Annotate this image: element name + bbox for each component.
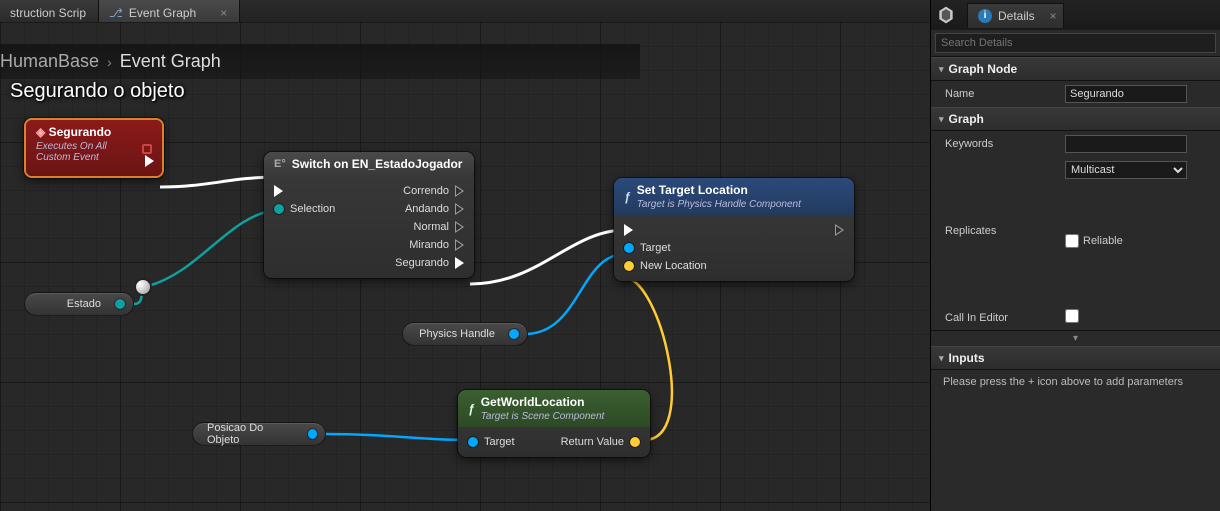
call-in-editor-checkbox[interactable] xyxy=(1065,309,1079,323)
node-header: ƒ Set Target Location Target is Physics … xyxy=(614,178,854,215)
close-icon[interactable]: × xyxy=(1050,9,1057,23)
chevron-down-icon: ▾ xyxy=(939,114,944,125)
node-header: ƒ GetWorldLocation Target is Scene Compo… xyxy=(458,390,650,427)
tab-label: struction Scrip xyxy=(10,6,86,20)
node-subtitle: Executes On All Custom Event xyxy=(36,141,152,163)
node-set-target-location[interactable]: ƒ Set Target Location Target is Physics … xyxy=(614,178,854,281)
stop-icon xyxy=(142,144,152,154)
info-icon: i xyxy=(978,9,992,23)
details-tab-label: Details xyxy=(998,9,1035,23)
variable-label: Estado xyxy=(67,298,101,310)
details-tab[interactable]: i Details × xyxy=(967,3,1064,28)
exec-out-mirando[interactable]: Mirando xyxy=(409,239,464,251)
replicates-label: Replicates xyxy=(945,225,1065,237)
inputs-hint: Please press the + icon above to add par… xyxy=(931,370,1220,394)
node-subtitle: Target is Physics Handle Component xyxy=(637,199,801,210)
output-pin[interactable] xyxy=(509,329,519,339)
variable-label: Physics Handle xyxy=(419,328,495,340)
section-graph[interactable]: ▾ Graph xyxy=(931,107,1220,131)
graph-icon: ⎇ xyxy=(109,6,123,20)
exec-out-correndo[interactable]: Correndo xyxy=(403,185,464,197)
node-title: GetWorldLocation xyxy=(481,395,585,409)
section-inputs[interactable]: ▾ Inputs xyxy=(931,346,1220,370)
chevron-down-icon: ▾ xyxy=(939,64,944,75)
replicates-select[interactable]: Multicast xyxy=(1065,161,1187,179)
section-comment-title: Segurando o objeto xyxy=(10,80,185,103)
breadcrumb-blueprint[interactable]: HumanBase xyxy=(0,51,99,72)
variable-label: Posicao Do Objeto xyxy=(207,422,294,446)
node-subtitle: Target is Scene Component xyxy=(481,411,605,422)
exec-out-pin[interactable] xyxy=(145,155,154,170)
reroute-node[interactable] xyxy=(136,280,150,294)
chevron-right-icon: › xyxy=(107,54,112,70)
tab-construction-script[interactable]: struction Scrip xyxy=(0,0,99,22)
expand-icon[interactable]: ▾ xyxy=(931,330,1220,346)
node-header: ◈ Segurando Executes On All Custom Event xyxy=(26,120,162,176)
node-title: Set Target Location xyxy=(637,183,748,197)
call-in-editor-label: Call In Editor xyxy=(945,312,1065,324)
node-title: Segurando xyxy=(49,125,112,139)
selection-pin[interactable]: Selection xyxy=(274,203,335,215)
node-header: E° Switch on EN_EstadoJogador xyxy=(264,152,474,176)
close-icon[interactable]: × xyxy=(220,6,227,20)
name-input[interactable] xyxy=(1065,85,1187,103)
enum-icon: E° xyxy=(274,158,286,170)
node-segurando-event[interactable]: ◈ Segurando Executes On All Custom Event xyxy=(24,118,164,178)
graph-canvas[interactable]: HumanBase › Event Graph Segurando o obje… xyxy=(0,22,930,511)
reliable-label: Reliable xyxy=(1083,235,1123,247)
reliable-checkbox[interactable] xyxy=(1065,234,1079,248)
details-panel: i Details × ▾ Graph Node Name ▾ Graph Ke… xyxy=(930,0,1220,511)
exec-in-pin[interactable] xyxy=(624,224,633,236)
output-pin[interactable] xyxy=(115,299,125,309)
breadcrumb: HumanBase › Event Graph xyxy=(0,44,640,79)
target-pin[interactable]: Target xyxy=(468,436,515,448)
exec-out-andando[interactable]: Andando xyxy=(405,203,464,215)
name-label: Name xyxy=(945,88,1065,100)
keywords-input[interactable] xyxy=(1065,135,1187,153)
tab-strip: struction Scrip ⎇ Event Graph × xyxy=(0,0,930,22)
new-location-pin[interactable]: New Location xyxy=(624,260,707,272)
exec-out-pin[interactable] xyxy=(835,224,844,236)
tab-label: Event Graph xyxy=(129,6,196,20)
node-get-world-location[interactable]: ƒ GetWorldLocation Target is Scene Compo… xyxy=(458,390,650,457)
keywords-label: Keywords xyxy=(945,138,1065,150)
section-graph-node[interactable]: ▾ Graph Node xyxy=(931,57,1220,81)
function-icon: ƒ xyxy=(624,190,631,204)
exec-out-segurando[interactable]: Segurando xyxy=(395,257,464,269)
target-pin[interactable]: Target xyxy=(624,242,671,254)
unreal-logo-icon xyxy=(931,0,961,30)
variable-estado[interactable]: Estado xyxy=(24,292,134,316)
tab-event-graph[interactable]: ⎇ Event Graph × xyxy=(99,0,240,22)
exec-out-normal[interactable]: Normal xyxy=(414,221,464,233)
variable-physics-handle[interactable]: Physics Handle xyxy=(402,322,528,346)
chevron-down-icon: ▾ xyxy=(939,353,944,364)
search-details-input[interactable] xyxy=(935,33,1216,53)
function-icon: ƒ xyxy=(468,402,475,416)
node-title: Switch on EN_EstadoJogador xyxy=(292,157,463,171)
exec-in-pin[interactable] xyxy=(274,185,283,197)
return-value-pin[interactable]: Return Value xyxy=(561,436,640,448)
variable-posicao-do-objeto[interactable]: Posicao Do Objeto xyxy=(192,422,326,446)
output-pin[interactable] xyxy=(308,429,317,439)
event-icon: ◈ xyxy=(36,125,45,139)
node-switch-estado[interactable]: E° Switch on EN_EstadoJogador Correndo S… xyxy=(264,152,474,278)
breadcrumb-graph[interactable]: Event Graph xyxy=(120,51,221,72)
